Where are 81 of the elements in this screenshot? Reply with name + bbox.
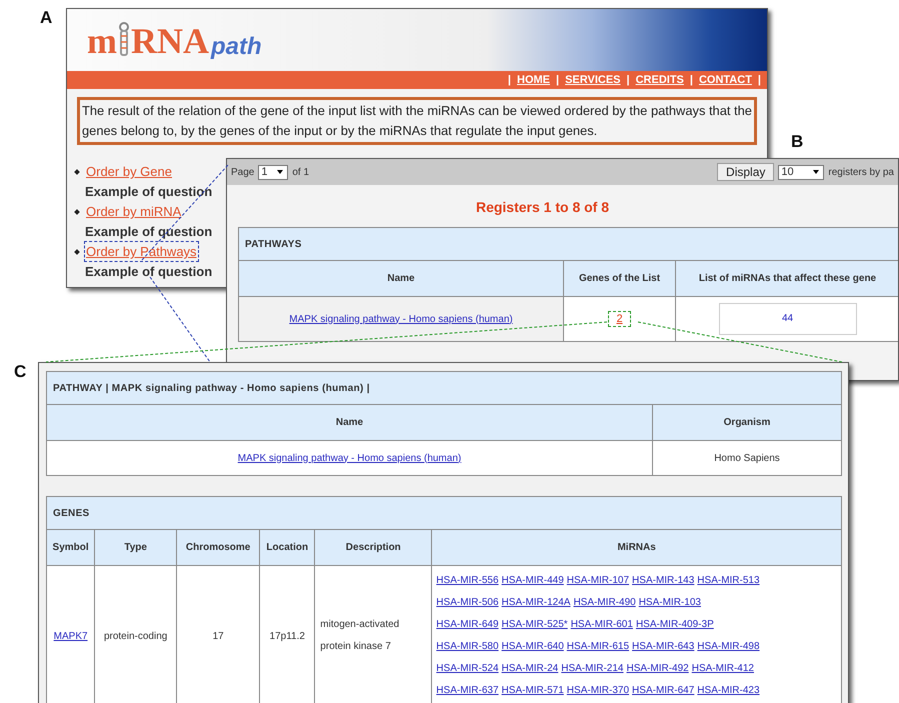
column-header: Symbol — [46, 530, 95, 566]
mirna-link[interactable]: HSA-MIR-601 — [570, 614, 633, 636]
panel-label: C — [14, 362, 26, 382]
mirna-link[interactable]: HSA-MIR-103 — [638, 592, 701, 614]
nav-separator: | — [690, 74, 693, 86]
bullet-icon — [74, 168, 80, 174]
mirna-link[interactable]: HSA-MIR-615 — [566, 636, 630, 658]
description-text: The result of the relation of the gene of the input list with the miRNAs can be viewed ordered by the pathways that the genes belong to, by the genes of the input or by the miRNAs that regulate the input genes. — [77, 97, 757, 145]
nav-separator: | — [758, 74, 761, 86]
gene-count-link[interactable]: 2 — [608, 311, 631, 327]
mirna-link[interactable]: HSA-MIR-571 — [502, 680, 564, 702]
nav-separator: | — [626, 74, 630, 86]
mirna-link[interactable]: HSA-MIR-412 — [692, 658, 754, 680]
example-text: Example of question — [85, 183, 212, 201]
table-cell: Homo Sapiens — [652, 440, 842, 476]
mirna-link[interactable]: HSA-MIR-556 — [436, 570, 499, 592]
table-caption: PATHWAY | MAPK signaling pathway - Homo sapiens (human) | — [46, 372, 842, 404]
mirna-count[interactable]: 44 — [718, 303, 856, 335]
mirna-link[interactable]: HSA-MIR-580 — [436, 636, 499, 658]
table-caption: PATHWAYS — [238, 228, 898, 260]
mirna-link[interactable]: HSA-MIR-24 — [502, 658, 558, 680]
hairpin-icon — [118, 22, 130, 56]
panel-label: B — [791, 132, 804, 152]
mirna-link[interactable]: HSA-MIR-647 — [632, 680, 694, 702]
mirna-link[interactable]: HSA-MIR-492 — [626, 658, 689, 680]
mirna-link[interactable]: HSA-MIR-370 — [566, 680, 630, 702]
page-select[interactable]: 1 — [258, 164, 288, 180]
order-link[interactable]: Order by Pathways — [84, 241, 199, 262]
mirna-link[interactable]: HSA-MIR-214 — [561, 658, 624, 680]
bullet-icon — [74, 248, 80, 254]
logo-suffix: path — [211, 34, 262, 58]
order-link[interactable]: Order by Gene — [84, 161, 174, 182]
mirna-link[interactable]: HSA-MIR-637 — [436, 680, 499, 702]
mirna-link[interactable]: HSA-MIR-643 — [632, 636, 694, 658]
pathway-link[interactable]: MAPK signaling pathway - Homo sapiens (human) — [238, 452, 462, 464]
nav-separator: | — [508, 74, 511, 86]
panel-label: A — [40, 8, 52, 28]
per-page-select[interactable]: 10 — [778, 164, 824, 180]
mirna-link[interactable]: HSA-MIR-423 — [697, 680, 760, 702]
logo-text: m — [87, 22, 117, 58]
table-cell: 17p11.2 — [260, 566, 315, 703]
per-page-label: registers by pa — [828, 166, 894, 178]
bullet-icon — [74, 208, 80, 214]
column-header: Genes of the List — [564, 260, 676, 296]
column-header: Description — [314, 530, 432, 566]
mirna-link[interactable]: HSA-MIR-524 — [436, 658, 499, 680]
mirna-link[interactable]: HSA-MIR-640 — [502, 636, 564, 658]
mirna-link[interactable]: HSA-MIR-409-3P — [636, 614, 714, 636]
order-link[interactable]: Order by miRNA — [84, 201, 184, 222]
display-button[interactable]: Display — [717, 163, 774, 181]
mirna-link[interactable]: HSA-MIR-107 — [566, 570, 630, 592]
page-label: Page — [231, 166, 254, 178]
column-header: Name — [46, 404, 652, 440]
mirna-link[interactable]: HSA-MIR-649 — [436, 614, 499, 636]
table-cell: 17 — [176, 566, 260, 703]
mirna-link[interactable]: HSA-MIR-124A — [502, 592, 570, 614]
column-header: Organism — [652, 404, 842, 440]
mirna-link[interactable]: HSA-MIR-143 — [632, 570, 694, 592]
gene-link[interactable]: MAPK7 — [54, 630, 88, 642]
mirna-link[interactable]: HSA-MIR-525* — [502, 614, 568, 636]
registers-title: Registers 1 to 8 of 8 — [474, 199, 610, 215]
table-cell: mitogen-activated protein kinase 7 — [314, 566, 432, 703]
example-text: Example of question — [85, 223, 212, 241]
page-count: of 1 — [292, 166, 310, 178]
column-header: Chromosome — [176, 530, 260, 566]
column-header: Name — [238, 260, 564, 296]
table-cell: protein-coding — [94, 566, 177, 703]
mirna-link[interactable]: HSA-MIR-449 — [502, 570, 564, 592]
mirna-link[interactable]: HSA-MIR-513 — [697, 570, 760, 592]
mirna-link[interactable]: HSA-MIR-506 — [436, 592, 499, 614]
column-header: Location — [260, 530, 315, 566]
example-text: Example of question — [85, 263, 212, 281]
mirna-link[interactable]: HSA-MIR-490 — [573, 592, 636, 614]
mirna-link[interactable]: HSA-MIR-498 — [697, 636, 760, 658]
table-caption: GENES — [46, 496, 842, 530]
column-header: Type — [94, 530, 177, 566]
logo-text: RNA — [131, 22, 209, 58]
pathway-link[interactable]: MAPK signaling pathway - Homo sapiens (human) — [289, 314, 513, 324]
column-header: MiRNAs — [432, 530, 842, 566]
nav-separator: | — [556, 74, 560, 86]
column-header: List of miRNAs that affect these gene — [676, 260, 898, 296]
